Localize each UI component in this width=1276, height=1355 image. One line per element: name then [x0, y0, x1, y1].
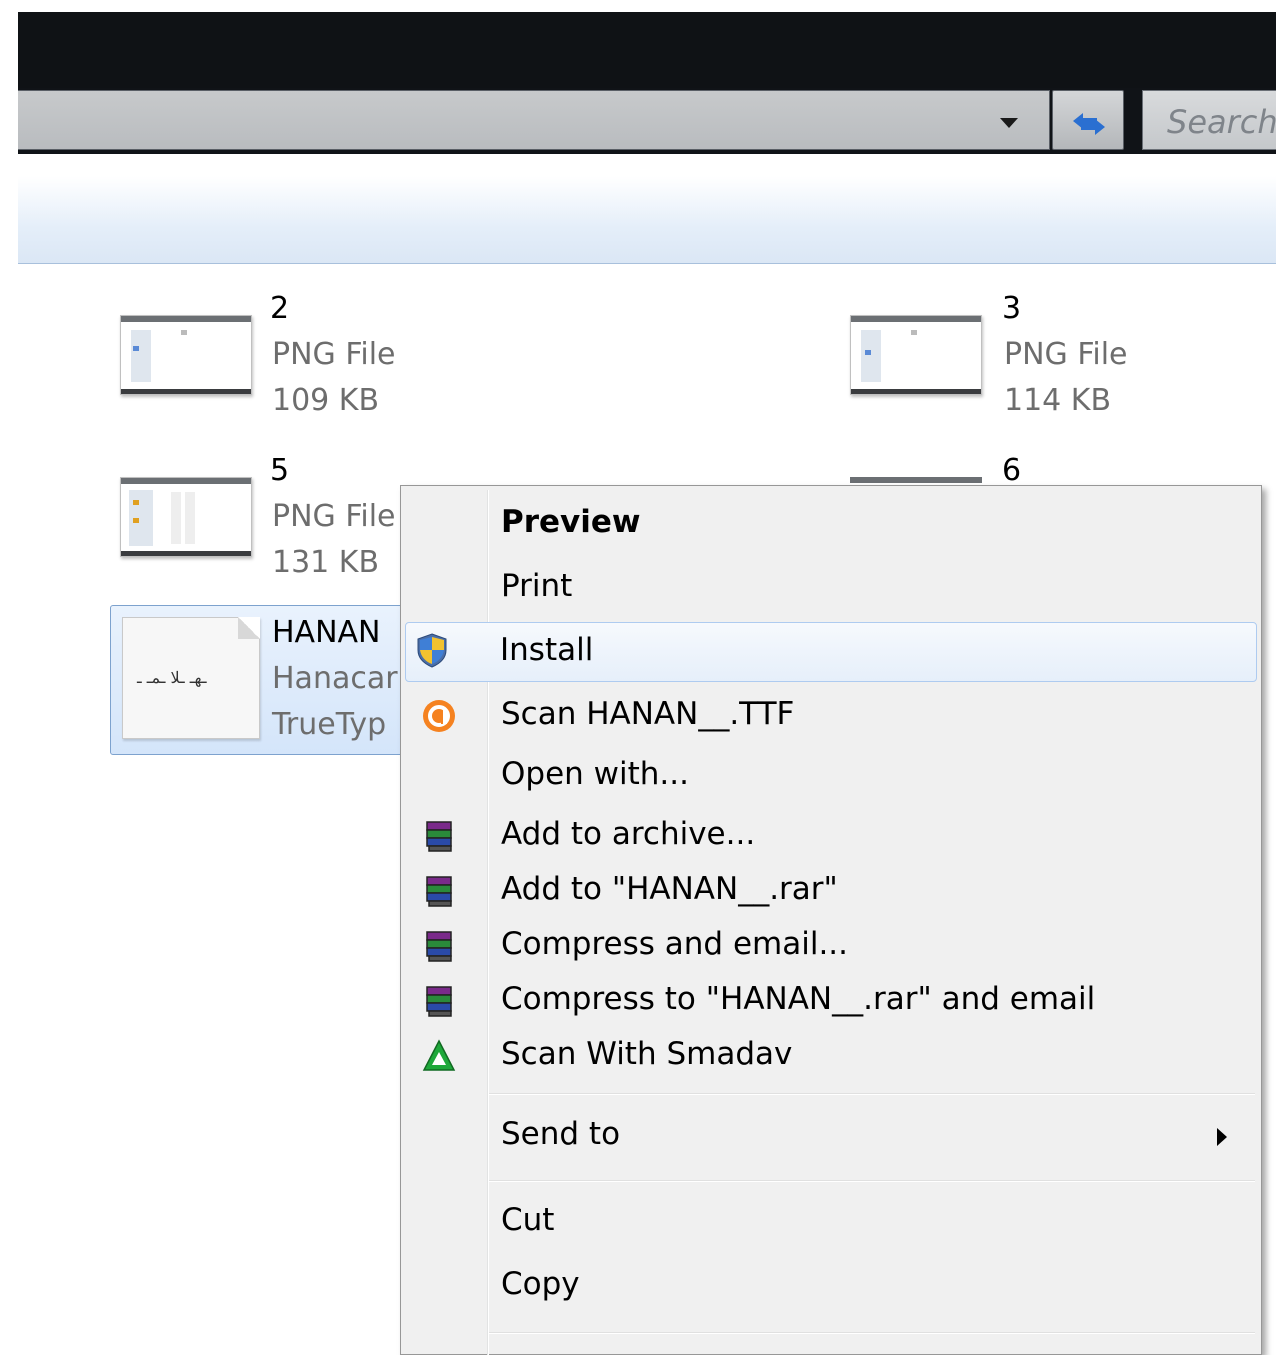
menu-item-label: Compress and email... — [501, 926, 849, 962]
address-bar-row: Search H — [18, 88, 1276, 154]
menu-item-scan-smadav[interactable]: Scan With Smadav — [405, 1026, 1257, 1086]
file-name: 3 — [1002, 291, 1022, 326]
winrar-icon — [426, 986, 452, 1017]
file-size: 131 KB — [272, 545, 380, 580]
file-type: PNG File — [1004, 337, 1128, 372]
menu-item-open-with[interactable]: Open with... — [405, 746, 1257, 806]
menu-item-label: Compress to "HANAN__.rar" and email — [501, 981, 1096, 1017]
winrar-icon — [426, 876, 452, 907]
chevron-down-icon[interactable] — [994, 107, 1024, 137]
refresh-button[interactable] — [1052, 90, 1124, 150]
file-size: 109 KB — [272, 383, 380, 418]
search-input[interactable]: Search H — [1142, 90, 1276, 150]
avast-icon — [423, 700, 455, 732]
search-placeholder: Search H — [1167, 103, 1276, 141]
image-thumbnail — [850, 315, 982, 395]
font-file-icon: ـهـ ـلا ـمـ ـ — [122, 617, 260, 739]
menu-item-copy[interactable]: Copy — [405, 1256, 1257, 1316]
menu-item-print[interactable]: Print — [405, 558, 1257, 618]
chevron-right-icon — [1217, 1128, 1227, 1146]
file-type: Hanacar — [272, 661, 398, 696]
uac-shield-icon — [417, 633, 447, 668]
menu-item-label: Cut — [501, 1202, 555, 1238]
menu-item-cut[interactable]: Cut — [405, 1192, 1257, 1252]
file-size: TrueTyp — [272, 707, 387, 742]
file-name: 2 — [270, 291, 290, 326]
context-menu: Preview Print Install Scan HANAN__.TTF O… — [400, 485, 1262, 1355]
menu-item-scan-avast[interactable]: Scan HANAN__.TTF — [405, 686, 1257, 746]
menu-separator — [489, 1180, 1255, 1182]
command-toolbar — [18, 176, 1276, 264]
title-bar — [18, 12, 1276, 90]
menu-item-install[interactable]: Install — [405, 622, 1257, 682]
menu-item-label: Open with... — [501, 756, 689, 792]
menu-item-label: Scan With Smadav — [501, 1036, 793, 1072]
menu-item-compress-to-rar-and-email[interactable]: Compress to "HANAN__.rar" and email — [405, 971, 1257, 1031]
menu-item-label: Print — [501, 568, 573, 604]
menu-item-compress-and-email[interactable]: Compress and email... — [405, 916, 1257, 976]
menu-item-label: Add to archive... — [501, 816, 756, 852]
file-type: PNG File — [272, 337, 396, 372]
menu-item-send-to[interactable]: Send to — [405, 1106, 1257, 1166]
smadav-icon — [422, 1039, 456, 1071]
image-thumbnail — [120, 315, 252, 395]
file-name: HANAN — [272, 615, 381, 650]
menu-item-label: Scan HANAN__.TTF — [501, 696, 795, 732]
font-sample: ـهـ ـلا ـمـ ـ — [137, 668, 207, 687]
winrar-icon — [426, 821, 452, 852]
file-name: 6 — [1002, 453, 1022, 488]
file-type: PNG File — [272, 499, 396, 534]
menu-separator — [489, 1093, 1255, 1095]
menu-item-add-to-archive[interactable]: Add to archive... — [405, 806, 1257, 866]
menu-item-label: Send to — [501, 1116, 621, 1152]
file-size: 114 KB — [1004, 383, 1112, 418]
image-thumbnail — [120, 477, 252, 557]
menu-item-label: Preview — [501, 504, 641, 540]
file-name: 5 — [270, 453, 290, 488]
menu-item-label: Install — [500, 632, 594, 668]
winrar-icon — [426, 931, 452, 962]
menu-item-add-to-rar[interactable]: Add to "HANAN__.rar" — [405, 861, 1257, 921]
menu-separator — [489, 1332, 1255, 1334]
menu-item-label: Add to "HANAN__.rar" — [501, 871, 838, 907]
menu-item-preview[interactable]: Preview — [405, 494, 1257, 554]
address-bar[interactable] — [18, 90, 1050, 150]
menu-item-label: Copy — [501, 1266, 580, 1302]
refresh-icon — [1073, 113, 1105, 135]
